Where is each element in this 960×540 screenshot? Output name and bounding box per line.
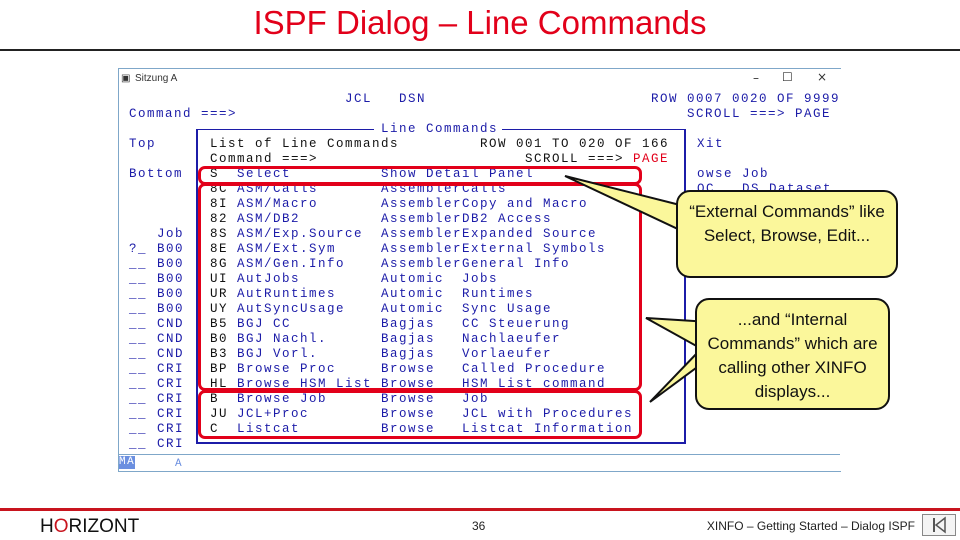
horizont-logo: HORIZONT <box>40 516 140 537</box>
callout-external-pointer <box>564 175 681 232</box>
callout-internal-pointer-lower <box>649 347 701 403</box>
callout-internal-commands: ...and “Internal Commands” which are cal… <box>695 298 890 410</box>
slide: ISPF Dialog – Line Commands ▣ Sitzung A … <box>0 0 960 540</box>
footer-divider <box>0 508 960 511</box>
callout-external-commands: “External Commands” like Select, Browse,… <box>676 190 898 278</box>
footer-text: XINFO – Getting Started – Dialog ISPF <box>706 519 915 533</box>
first-page-icon[interactable] <box>922 514 956 536</box>
page-number: 36 <box>472 519 486 533</box>
